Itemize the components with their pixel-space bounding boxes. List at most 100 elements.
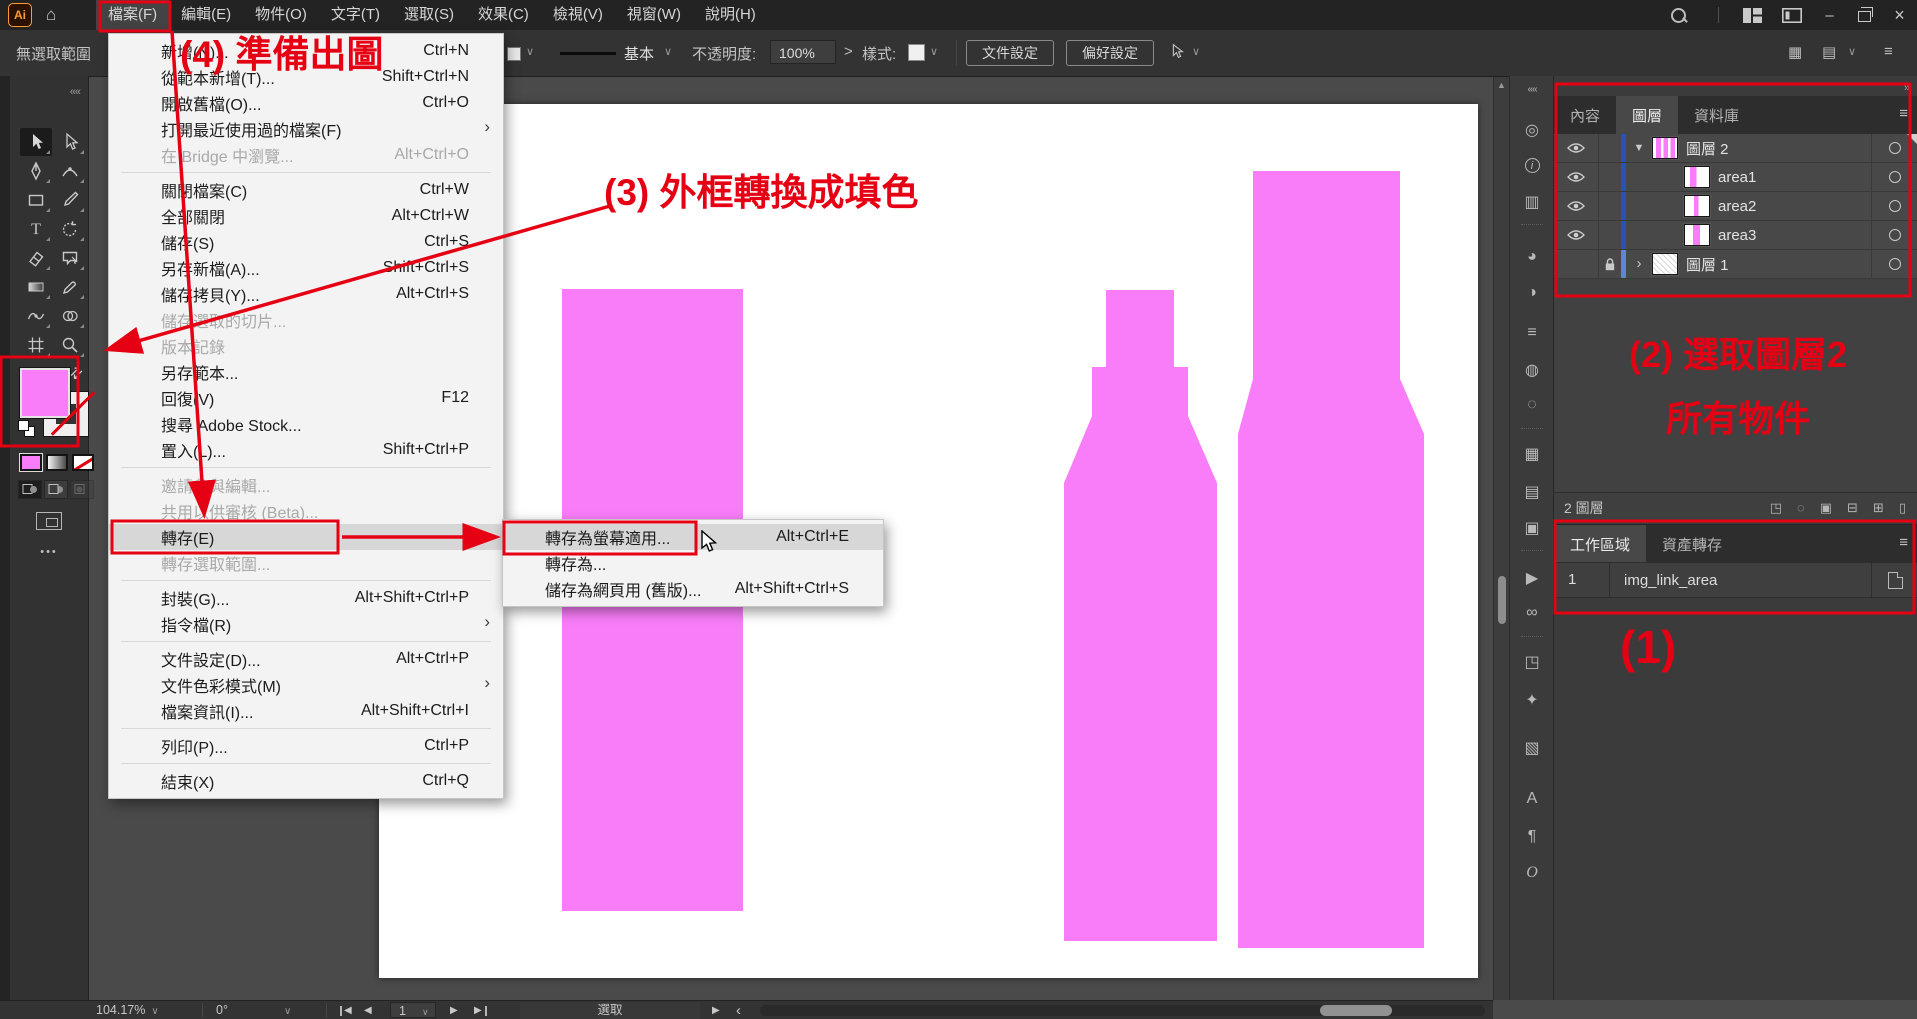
last-artboard-button[interactable]: ▶ (474, 1006, 487, 1016)
target-circle-icon[interactable] (1871, 250, 1917, 278)
horizontal-scrollbar[interactable] (760, 1005, 1485, 1016)
menu-item[interactable]: 共用以供審核 (Beta)... (109, 498, 503, 524)
select-options-panel-icon[interactable]: ◌ (1510, 396, 1554, 414)
change-screen-mode-icon[interactable] (36, 512, 62, 530)
pathfinder-panel-icon[interactable]: ▣ (1510, 518, 1554, 538)
menubar-item[interactable]: 編輯(E) (169, 0, 243, 30)
swatches-panel-icon[interactable]: ▧ (1510, 738, 1554, 758)
expand-panels-icon[interactable]: » (1904, 82, 1910, 94)
menu-item[interactable]: 從範本新增(T)... Shift+Ctrl+N (109, 64, 503, 90)
lock-toggle[interactable] (1599, 221, 1621, 249)
appearance-panel-icon[interactable]: ▦ (1510, 444, 1554, 464)
layer-name[interactable]: area3 (1718, 227, 1871, 244)
tab-artboards[interactable]: 工作區域 (1554, 525, 1646, 563)
rotate-tool[interactable] (54, 215, 86, 243)
menu-item[interactable]: 另存範本... (109, 359, 503, 385)
chevron-down-icon[interactable]: ∨ (1848, 45, 1856, 58)
menu-item[interactable]: 文件設定(D)... Alt+Ctrl+P (109, 646, 503, 672)
selection-tool-options-icon[interactable] (1168, 42, 1186, 60)
stroke-color-mini-swatch[interactable] (507, 47, 521, 61)
draw-normal-mode-button[interactable] (18, 480, 42, 499)
menubar-item[interactable]: 檢視(V) (541, 0, 615, 30)
visibility-toggle[interactable] (1554, 163, 1599, 191)
chevron-down-icon[interactable]: ∨ (1192, 45, 1200, 58)
layer-thumbnail[interactable] (1652, 253, 1678, 275)
default-fill-stroke-icon[interactable] (18, 420, 38, 440)
chevron-down-icon[interactable]: ∨ (664, 45, 672, 58)
delete-layer-icon[interactable]: ▯ (1899, 500, 1906, 516)
menubar-item[interactable]: 選取(S) (392, 0, 466, 30)
layer-thumbnail[interactable] (1684, 195, 1710, 217)
submenu-item[interactable]: 儲存為網頁用 (舊版)... Alt+Shift+Ctrl+S (503, 576, 883, 602)
type-tool[interactable]: T (20, 215, 52, 243)
menu-item[interactable]: 文件色彩模式(M) › (109, 672, 503, 698)
style-swatch[interactable] (908, 44, 925, 61)
panel-menu-icon[interactable]: ≡ (1899, 534, 1908, 551)
paintbrush-tool[interactable] (54, 186, 86, 214)
artboard-tool[interactable] (20, 331, 52, 359)
chevron-down-icon[interactable]: ∨ (930, 45, 938, 58)
chevron-down-icon[interactable]: ∨ (526, 45, 534, 58)
next-artboard-button[interactable]: ▶ (450, 1006, 459, 1016)
rectangle-tool[interactable] (20, 186, 52, 214)
layer-row[interactable]: › 圖層 1 (1554, 250, 1917, 279)
menu-item[interactable]: 封裝(G)... Alt+Shift+Ctrl+P (109, 585, 503, 611)
direct-selection-tool[interactable] (54, 128, 86, 156)
locate-object-icon[interactable]: ◌ (1797, 500, 1805, 516)
lock-toggle[interactable] (1599, 192, 1621, 220)
menu-item[interactable]: 邀請參與編輯... (109, 472, 503, 498)
info-panel-icon[interactable]: i (1510, 156, 1554, 174)
panel-menu-icon[interactable]: ≡ (1899, 105, 1908, 122)
layer-thumbnail[interactable] (1684, 166, 1710, 188)
zoom-level-dropdown[interactable]: 104.17%∨ (96, 1001, 159, 1019)
pen-tool[interactable] (20, 157, 52, 185)
none-button[interactable] (72, 454, 94, 471)
menu-item[interactable]: 儲存(S) Ctrl+S (109, 229, 503, 255)
collapse-panels-icon[interactable]: «« (1510, 84, 1554, 95)
zoom-tool[interactable] (54, 331, 86, 359)
menu-item[interactable]: 新增(N)... Ctrl+N (109, 38, 503, 64)
menubar-item[interactable]: 文字(T) (319, 0, 392, 30)
menu-item[interactable]: 另存新檔(A)... Shift+Ctrl+S (109, 255, 503, 281)
status-back-icon[interactable]: ‹ (736, 1001, 741, 1019)
menu-item[interactable]: 搜尋 Adobe Stock... (109, 411, 503, 437)
first-artboard-button[interactable]: ◀ (340, 1006, 353, 1016)
character-panel-icon[interactable]: A (1510, 790, 1554, 808)
menubar-item[interactable]: 檔案(F) (96, 0, 169, 30)
color-button[interactable] (20, 454, 42, 471)
eyedropper-tool[interactable] (54, 273, 86, 301)
layer-row[interactable]: area3 (1554, 221, 1917, 250)
submenu-item[interactable]: 轉存為螢幕適用... Alt+Ctrl+E (503, 524, 883, 550)
variables-panel-icon[interactable]: ▥ (1510, 192, 1554, 212)
previous-artboard-button[interactable]: ◀ (364, 1006, 373, 1016)
menu-item[interactable]: 全部關閉 Alt+Ctrl+W (109, 203, 503, 229)
layer-name[interactable]: 圖層 1 (1686, 254, 1871, 275)
paragraph-panel-icon[interactable]: ¶ (1510, 828, 1554, 846)
menu-item[interactable]: 在 Bridge 中瀏覽... Alt+Ctrl+O (109, 142, 503, 168)
layer-row[interactable]: ▼ 圖層 2 (1554, 134, 1917, 163)
properties-panel-icon[interactable]: ◎ (1510, 120, 1554, 140)
selection-tool[interactable] (20, 128, 52, 156)
lock-toggle[interactable] (1599, 163, 1621, 191)
lock-toggle[interactable] (1599, 134, 1621, 162)
menu-item[interactable]: 置入(L)... Shift+Ctrl+P (109, 437, 503, 463)
draw-behind-mode-button[interactable] (44, 480, 68, 499)
restore-button[interactable] (1847, 0, 1882, 30)
stroke-panel-icon[interactable]: ≡ (1510, 324, 1554, 342)
menu-item[interactable]: 列印(P)... Ctrl+P (109, 733, 503, 759)
draw-inside-mode-button[interactable] (70, 480, 94, 499)
lock-icon[interactable] (1599, 250, 1621, 278)
rotation-dropdown[interactable]: 0°∨ (216, 1001, 291, 1019)
edit-toolbar-dots-icon[interactable]: ••• (10, 546, 88, 558)
menubar-item[interactable]: 說明(H) (693, 0, 768, 30)
artboard-name[interactable]: img_link_area (1610, 572, 1871, 589)
menubar-item[interactable]: 物件(O) (243, 0, 319, 30)
scroll-up-icon[interactable]: ▲ (1497, 80, 1506, 90)
expand-layer-icon[interactable]: › (1626, 259, 1652, 269)
expand-layer-icon[interactable]: ▼ (1626, 142, 1652, 154)
menu-item[interactable] (121, 580, 491, 581)
stroke-style-value[interactable]: 基本 (624, 43, 654, 64)
vertical-scrollbar-handle[interactable] (1498, 576, 1506, 624)
artboard-number-field[interactable]: 1∨ (390, 1002, 436, 1018)
comment-tool[interactable] (54, 244, 86, 272)
